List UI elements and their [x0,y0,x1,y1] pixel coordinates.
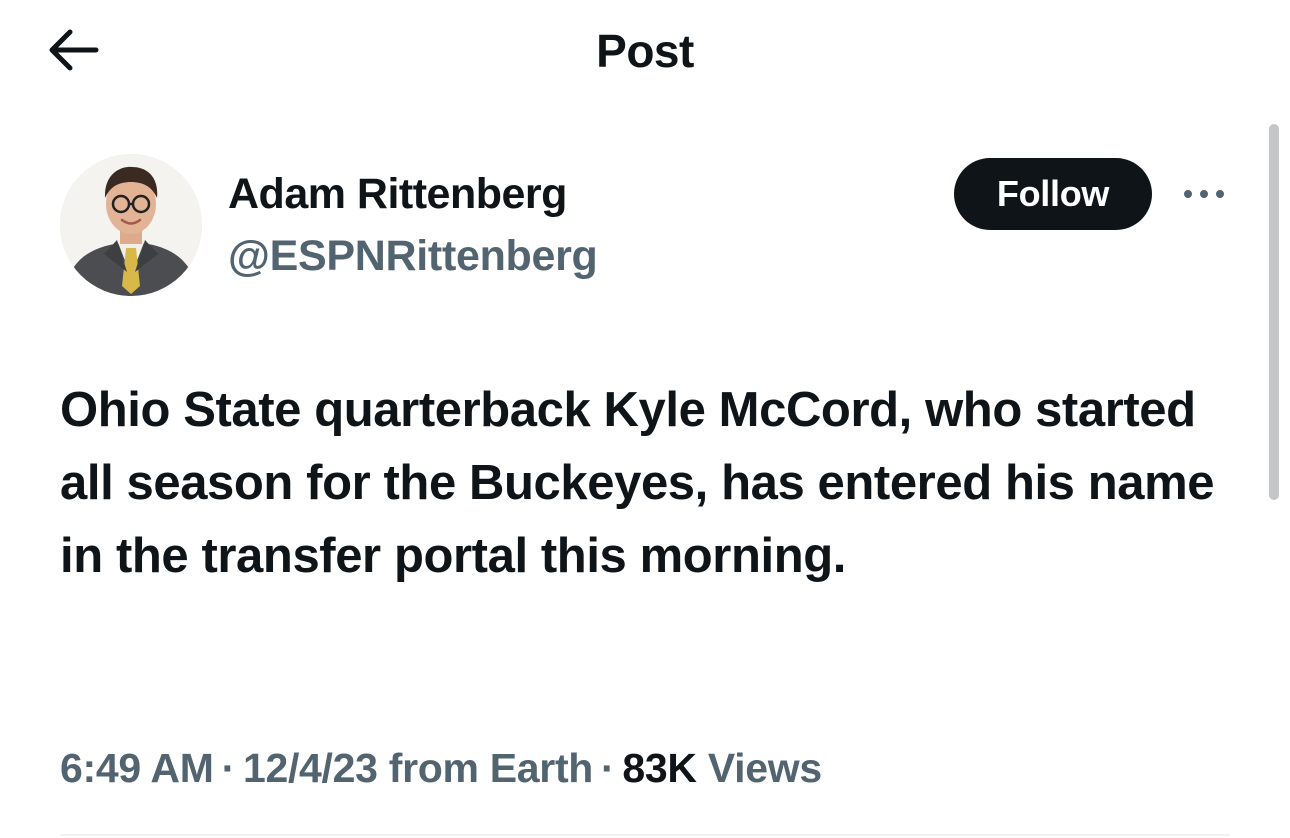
author-handle[interactable]: @ESPNRittenberg [228,230,598,282]
views-label[interactable]: Views [708,745,822,791]
avatar[interactable] [60,154,202,296]
post-text: Ohio State quarterback Kyle McCord, who … [60,383,1215,583]
meta-separator: · [601,745,615,791]
post-date-location[interactable]: 12/4/23 from Earth [243,745,593,791]
profile-photo [60,154,202,296]
post-meta: 6:49 AM · 12/4/23 from Earth · 83K Views [60,740,822,796]
page-title: Post [596,25,694,77]
meta-separator: · [221,745,236,791]
more-options-button[interactable] [1176,172,1232,216]
more-horizontal-icon [1184,190,1224,198]
author-name[interactable]: Adam Rittenberg [228,168,567,220]
top-bar: Post [0,0,1290,105]
follow-button[interactable]: Follow [954,158,1152,230]
divider [60,834,1230,836]
views-count[interactable]: 83K [622,745,697,791]
post-time[interactable]: 6:49 AM [60,745,214,791]
scrollbar[interactable] [1269,124,1279,500]
